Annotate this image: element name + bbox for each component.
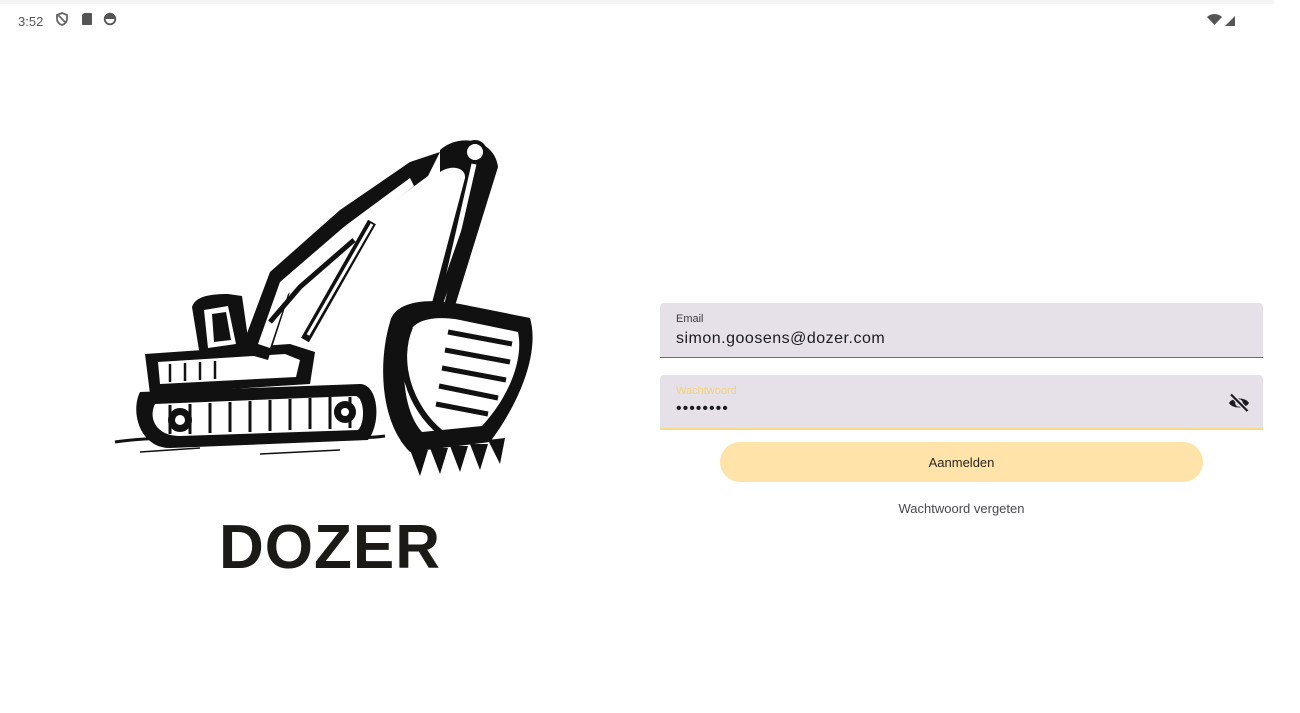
shield-icon (56, 12, 68, 26)
wifi-icon (1207, 14, 1235, 26)
password-field[interactable]: Wachtwoord •••••••• (660, 375, 1263, 430)
email-label: Email (676, 313, 704, 325)
brand-panel: DOZER (0, 40, 660, 713)
status-bar: 3:52 (0, 0, 1300, 40)
sd-card-icon (82, 13, 92, 25)
password-label: Wachtwoord (676, 385, 737, 397)
email-input[interactable]: simon.goosens@dozer.com (676, 330, 885, 348)
login-form: Email simon.goosens@dozer.com Wachtwoord… (660, 303, 1263, 516)
status-bar-divider (0, 0, 1274, 4)
visibility-off-icon[interactable] (1227, 391, 1251, 415)
signal-icon (1225, 16, 1235, 26)
login-button[interactable]: Aanmelden (720, 442, 1203, 482)
excavator-logo (114, 140, 533, 476)
status-time: 3:52 (18, 14, 44, 29)
forgot-password-link[interactable]: Wachtwoord vergeten (660, 501, 1263, 516)
password-input[interactable]: •••••••• (676, 400, 729, 418)
sync-icon (103, 12, 117, 26)
brand-name: DOZER (219, 513, 441, 582)
email-field[interactable]: Email simon.goosens@dozer.com (660, 303, 1263, 358)
